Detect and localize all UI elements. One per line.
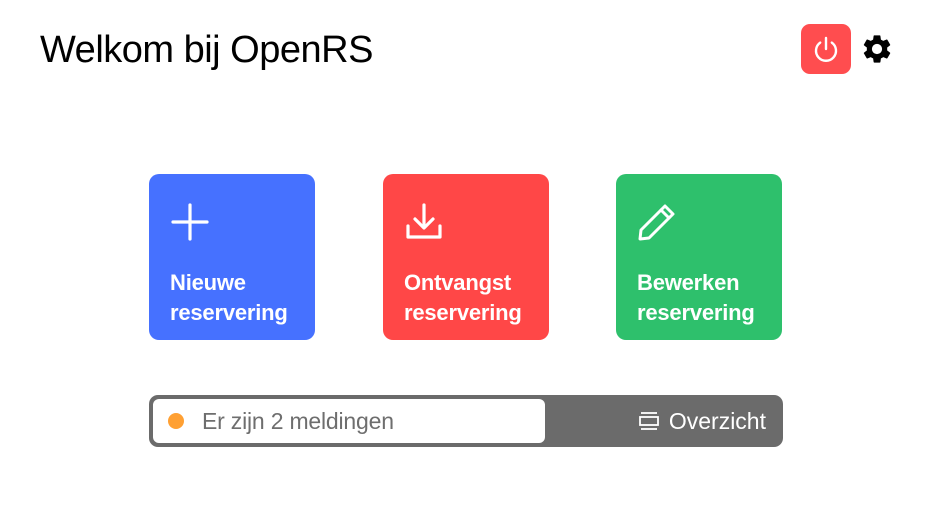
notification-message-box[interactable]: Er zijn 2 meldingen [153,399,545,443]
page-title: Welkom bij OpenRS [40,29,373,71]
new-reservation-tile[interactable]: Nieuwe reservering [149,174,315,340]
power-icon [814,36,838,62]
receive-reservation-label: Ontvangst reservering [404,270,522,325]
list-icon [638,412,659,430]
overview-label: Overzicht [668,407,766,434]
download-icon [406,203,442,239]
notification-text: Er zijn 2 meldingen [202,407,394,434]
settings-button[interactable] [859,31,895,67]
overview-button[interactable]: Overzicht [638,395,766,447]
gear-icon [863,35,891,63]
notification-status-dot [168,413,184,429]
plus-icon [171,203,209,241]
receive-reservation-tile[interactable]: Ontvangst reservering [383,174,549,340]
power-button[interactable] [801,24,851,74]
edit-reservation-label: Bewerken reservering [637,270,755,325]
edit-reservation-tile[interactable]: Bewerken reservering [616,174,782,340]
new-reservation-label: Nieuwe reservering [170,270,288,325]
pencil-icon [638,204,675,241]
notification-bar: Er zijn 2 meldingen Overzicht [149,395,783,447]
